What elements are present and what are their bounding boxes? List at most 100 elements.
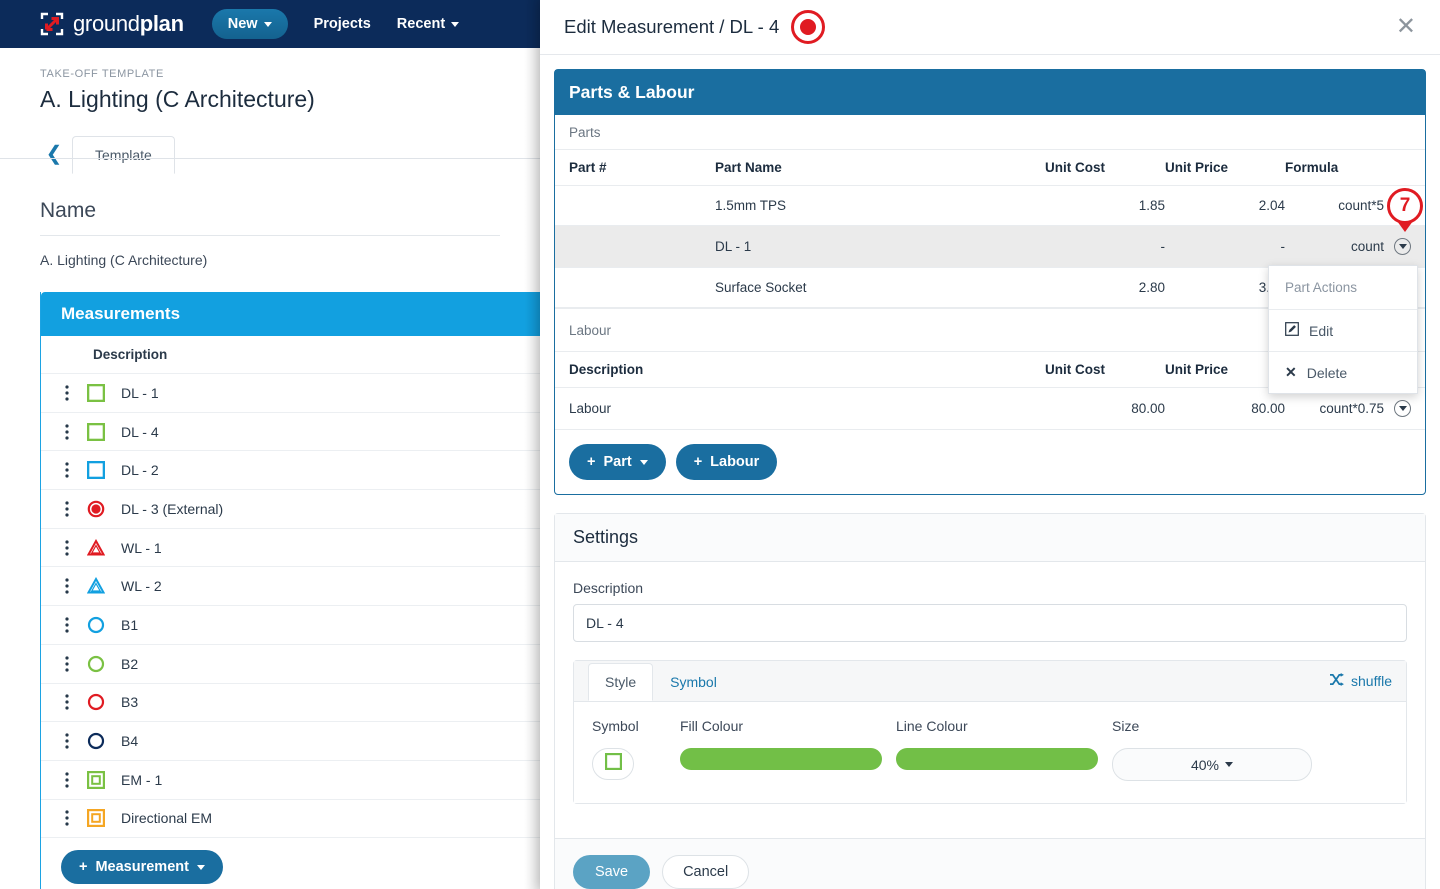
col-labour-unit-price: Unit Price: [1165, 352, 1285, 388]
line-colour-field: Line Colour: [896, 718, 1112, 781]
measurement-row[interactable]: B2: [41, 645, 540, 684]
square-circle-icon: [79, 422, 113, 441]
size-field: Size 40%: [1112, 718, 1312, 781]
plus-icon: +: [693, 454, 703, 470]
menu-item-edit-label: Edit: [1309, 322, 1334, 339]
measurement-label: EM - 1: [121, 771, 163, 788]
drag-handle-icon[interactable]: [55, 423, 79, 440]
cell-part-name: DL - 1: [715, 225, 1045, 268]
chevron-left-icon[interactable]: ❮: [40, 133, 68, 173]
menu-item-delete[interactable]: ✕ Delete: [1269, 352, 1417, 393]
nav-item-projects[interactable]: Projects: [314, 16, 371, 32]
circle-icon: [79, 616, 113, 634]
edit-measurement-panel: Edit Measurement / DL - 4 ✕ Parts & Labo…: [540, 0, 1440, 889]
measurement-row[interactable]: DL - 4: [41, 413, 540, 452]
measurements-header: Measurements: [41, 292, 540, 336]
new-button[interactable]: New: [211, 9, 288, 39]
drag-handle-icon[interactable]: [55, 772, 79, 788]
measurement-label: B1: [121, 616, 139, 633]
measurements-column-header: Description: [41, 336, 540, 374]
tab-template[interactable]: Template: [72, 136, 175, 174]
app-logo[interactable]: groundplan: [40, 11, 184, 37]
cancel-button[interactable]: Cancel: [662, 855, 750, 889]
circle-chevron-down-icon[interactable]: [1394, 238, 1411, 255]
measurement-label: B3: [121, 694, 139, 711]
drag-handle-icon[interactable]: [55, 578, 79, 594]
nav-item-recent[interactable]: Recent: [396, 16, 460, 32]
description-input[interactable]: [573, 604, 1407, 642]
description-label: Description: [573, 580, 644, 596]
measurement-label: B4: [121, 733, 139, 750]
measurement-row[interactable]: DL - 2: [41, 451, 540, 491]
save-button[interactable]: Save: [573, 855, 651, 889]
add-measurement-button[interactable]: + Measurement: [61, 850, 223, 885]
measurement-label: DL - 1: [121, 384, 159, 401]
measurement-row[interactable]: WL - 2: [41, 567, 540, 607]
cell-unit-price: 3.08: [1165, 267, 1285, 308]
drag-handle-icon[interactable]: [55, 810, 79, 827]
col-part-num: Part #: [555, 150, 715, 186]
tab-symbol[interactable]: Symbol: [653, 663, 734, 701]
line-colour-label: Line Colour: [896, 718, 968, 734]
cell-part-num: [555, 225, 715, 268]
measurement-label: DL - 3 (External): [121, 500, 224, 517]
measurement-row[interactable]: B1: [41, 606, 540, 645]
chevron-down-icon: [639, 459, 648, 465]
square-square-icon: [79, 809, 113, 828]
drag-handle-icon[interactable]: [55, 539, 79, 556]
drag-handle-icon[interactable]: [55, 694, 79, 710]
plus-icon: +: [587, 454, 596, 470]
symbol-swatch-button[interactable]: [592, 748, 634, 780]
tab-style[interactable]: Style: [588, 663, 654, 701]
formula-text: count: [1350, 239, 1384, 254]
drag-handle-icon[interactable]: [55, 385, 79, 401]
cell-labour-unit-cost: 80.00: [1045, 387, 1165, 430]
measurement-row[interactable]: WL - 1: [41, 529, 540, 568]
measurement-row[interactable]: B4: [41, 722, 540, 761]
fill-colour-swatch[interactable]: [680, 748, 882, 770]
measurement-row[interactable]: DL - 1: [41, 374, 540, 413]
measurement-label: WL - 1: [121, 539, 162, 556]
menu-item-edit[interactable]: Edit: [1269, 310, 1417, 352]
logo-word-ground: ground: [73, 11, 140, 36]
drag-handle-icon[interactable]: [55, 462, 79, 478]
measurement-row[interactable]: Directional EM: [41, 800, 540, 839]
fill-colour-label: Fill Colour: [680, 718, 744, 734]
add-labour-button[interactable]: + Labour: [675, 444, 778, 480]
panel-title: Edit Measurement / DL - 4: [564, 16, 780, 37]
size-value: 40%: [1190, 756, 1220, 773]
chevron-down-icon: [263, 21, 272, 27]
col-unit-cost: Unit Cost: [1045, 150, 1165, 186]
square-circle-icon: [604, 752, 622, 775]
nav-recent-label: Recent: [396, 16, 446, 32]
part-actions-menu-title: Part Actions: [1269, 266, 1417, 310]
measurement-row[interactable]: DL - 3 (External): [41, 490, 540, 529]
drag-handle-icon[interactable]: [55, 617, 79, 633]
drag-handle-icon[interactable]: [55, 656, 79, 672]
menu-item-delete-label: Delete: [1306, 364, 1348, 381]
line-colour-swatch[interactable]: [896, 748, 1098, 770]
col-formula: Formula: [1285, 150, 1425, 186]
size-select[interactable]: 40%: [1112, 748, 1312, 781]
cell-formula: count: [1285, 225, 1425, 268]
add-part-button[interactable]: + Part: [569, 444, 666, 480]
shuffle-button[interactable]: shuffle: [1329, 673, 1392, 689]
triangle-icon: [79, 577, 113, 595]
close-icon[interactable]: ✕: [1396, 15, 1416, 39]
edit-pencil-icon: [1285, 322, 1299, 339]
cell-labour-description: Labour: [555, 387, 1045, 430]
cell-part-name: Surface Socket: [715, 267, 1045, 308]
col-labour-description: Description: [555, 352, 1045, 388]
circle-chevron-down-icon[interactable]: [1394, 400, 1411, 417]
groundplan-logo-icon: [40, 12, 64, 36]
chevron-down-icon: [451, 21, 460, 27]
drag-handle-icon[interactable]: [55, 501, 79, 517]
drag-handle-icon[interactable]: [55, 733, 79, 749]
symbol-label: Symbol: [592, 718, 639, 734]
parts-table-row[interactable]: DL - 1- - count: [555, 225, 1425, 268]
measurement-row[interactable]: B3: [41, 684, 540, 723]
parts-table-row[interactable]: 1.5mm TPS 1.85 2.04 count*5: [555, 185, 1425, 226]
tab-divider: [0, 158, 540, 159]
measurement-row[interactable]: EM - 1: [41, 761, 540, 800]
style-tab-bar: Style Symbol shuffle: [574, 661, 1406, 702]
